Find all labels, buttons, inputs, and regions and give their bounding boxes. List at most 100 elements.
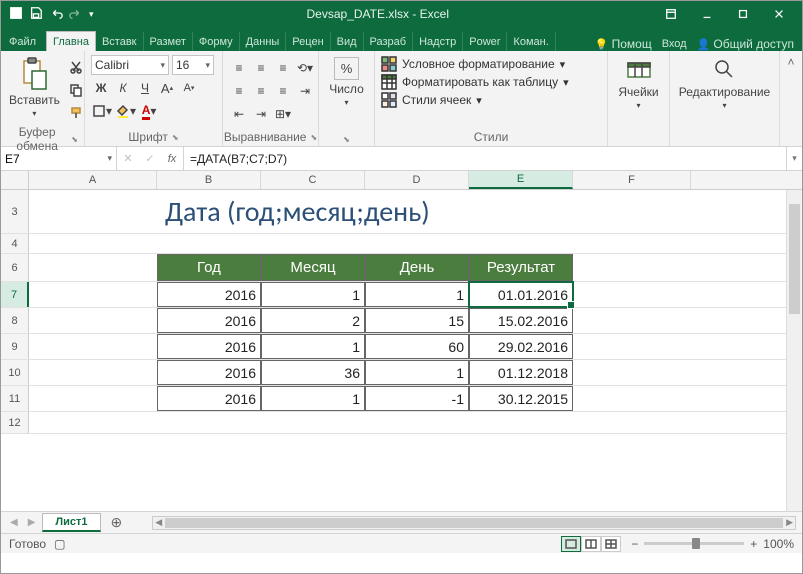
editing-button[interactable]: Редактирование▾: [676, 55, 773, 112]
cell-styles-button[interactable]: Стили ячеек ▾: [381, 91, 601, 109]
vertical-scrollbar[interactable]: [786, 190, 802, 511]
undo-icon[interactable]: [49, 6, 63, 23]
align-left-icon[interactable]: ≡: [229, 81, 249, 101]
cell[interactable]: 01.12.2018: [469, 360, 573, 385]
signin-link[interactable]: Вход: [662, 38, 687, 50]
minimize-icon[interactable]: [690, 3, 724, 25]
col-header-a[interactable]: A: [29, 171, 157, 189]
cell[interactable]: 2016: [157, 360, 261, 385]
expand-formula-bar-icon[interactable]: ▾: [786, 147, 802, 170]
format-as-table-button[interactable]: Форматировать как таблицу ▾: [381, 73, 601, 91]
sheet-nav-next-icon[interactable]: ▶: [25, 517, 39, 528]
zoom-slider[interactable]: [644, 542, 744, 545]
cell[interactable]: 1: [261, 334, 365, 359]
wrap-text-icon[interactable]: ⇥: [295, 81, 315, 101]
cell[interactable]: 2: [261, 308, 365, 333]
orientation-icon[interactable]: ⟲▾: [295, 58, 315, 78]
row-header[interactable]: 7: [1, 282, 29, 307]
row-header[interactable]: 3: [1, 190, 29, 233]
col-header-d[interactable]: D: [365, 171, 469, 189]
paste-button[interactable]: Вставить▾: [7, 55, 62, 120]
cell[interactable]: 60: [365, 334, 469, 359]
font-name-combo[interactable]: Calibri▾: [91, 55, 169, 75]
horizontal-scrollbar[interactable]: ◀▶: [152, 516, 796, 530]
tab-team[interactable]: Коман.: [507, 32, 555, 51]
tab-addins[interactable]: Надстр: [413, 32, 463, 51]
format-painter-icon[interactable]: [66, 103, 86, 123]
tab-layout[interactable]: Размет: [144, 32, 193, 51]
cell[interactable]: 1: [365, 282, 469, 307]
table-header[interactable]: День: [365, 254, 469, 281]
cell[interactable]: -1: [365, 386, 469, 411]
maximize-icon[interactable]: [726, 3, 760, 25]
view-normal-icon[interactable]: [561, 536, 581, 552]
indent-inc-icon[interactable]: ⇥: [251, 104, 271, 124]
align-right-icon[interactable]: ≡: [273, 81, 293, 101]
close-icon[interactable]: [762, 3, 796, 25]
font-color-icon[interactable]: A▾: [139, 101, 159, 121]
select-all-corner[interactable]: [1, 171, 29, 189]
zoom-out-icon[interactable]: −: [631, 537, 638, 551]
font-size-combo[interactable]: 16▾: [172, 55, 214, 75]
col-header-c[interactable]: C: [261, 171, 365, 189]
conditional-formatting-button[interactable]: Условное форматирование ▾: [381, 55, 601, 73]
tab-file[interactable]: Файл: [3, 32, 46, 51]
cut-icon[interactable]: [66, 57, 86, 77]
fx-icon[interactable]: fx: [161, 153, 183, 165]
row-header[interactable]: 12: [1, 412, 29, 433]
cell[interactable]: 1: [365, 360, 469, 385]
cell[interactable]: 2016: [157, 334, 261, 359]
font-shrink-icon[interactable]: A▾: [179, 78, 199, 98]
align-middle-icon[interactable]: ≡: [251, 58, 271, 78]
view-pagebreak-icon[interactable]: [601, 536, 621, 552]
redo-icon[interactable]: [69, 6, 83, 23]
save-icon[interactable]: [29, 6, 43, 23]
tab-insert[interactable]: Вставк: [96, 32, 144, 51]
tab-power[interactable]: Power: [463, 32, 507, 51]
row-header[interactable]: 10: [1, 360, 29, 385]
zoom-in-icon[interactable]: +: [750, 537, 757, 551]
row-header[interactable]: 11: [1, 386, 29, 411]
tab-developer[interactable]: Разраб: [364, 32, 414, 51]
worksheet-grid[interactable]: A B C D E F 3 Дата (год;месяц;день) 4 6 …: [1, 171, 802, 511]
merge-icon[interactable]: ⊞▾: [273, 104, 293, 124]
row-header[interactable]: 6: [1, 254, 29, 281]
cell[interactable]: 29.02.2016: [469, 334, 573, 359]
tab-data[interactable]: Данны: [240, 32, 287, 51]
cell[interactable]: 2016: [157, 386, 261, 411]
table-header[interactable]: Год: [157, 254, 261, 281]
qa-dropdown-icon[interactable]: ▾: [89, 9, 94, 20]
underline-button[interactable]: Ч: [135, 78, 155, 98]
tab-view[interactable]: Вид: [331, 32, 364, 51]
name-box[interactable]: E7▾: [1, 147, 117, 170]
cell[interactable]: 1: [261, 386, 365, 411]
selected-cell[interactable]: 01.01.2016: [469, 282, 573, 307]
font-grow-icon[interactable]: A▴: [157, 78, 177, 98]
cell[interactable]: 15.02.2016: [469, 308, 573, 333]
formula-input[interactable]: =ДАТА(B7;C7;D7): [184, 147, 786, 170]
row-header[interactable]: 9: [1, 334, 29, 359]
indent-dec-icon[interactable]: ⇤: [229, 104, 249, 124]
cell[interactable]: 30.12.2015: [469, 386, 573, 411]
col-header-b[interactable]: B: [157, 171, 261, 189]
number-format-button[interactable]: % Число▾: [325, 55, 368, 109]
cancel-formula-icon[interactable]: ✕: [117, 152, 139, 165]
tab-formulas[interactable]: Форму: [193, 32, 240, 51]
col-header-e[interactable]: E: [469, 171, 573, 189]
tab-review[interactable]: Рецен: [286, 32, 330, 51]
border-icon[interactable]: ▾: [91, 101, 113, 121]
view-layout-icon[interactable]: [581, 536, 601, 552]
table-header[interactable]: Месяц: [261, 254, 365, 281]
macro-record-icon[interactable]: ▢: [54, 537, 65, 551]
cell[interactable]: 2016: [157, 282, 261, 307]
bold-button[interactable]: Ж: [91, 78, 111, 98]
align-center-icon[interactable]: ≡: [251, 81, 271, 101]
sheet-nav-prev-icon[interactable]: ◀: [7, 517, 21, 528]
zoom-value[interactable]: 100%: [763, 537, 794, 551]
tell-me[interactable]: 💡 Помощ: [595, 37, 652, 51]
copy-icon[interactable]: [66, 80, 86, 100]
align-bottom-icon[interactable]: ≡: [273, 58, 293, 78]
tab-home[interactable]: Главна: [46, 31, 96, 51]
row-header[interactable]: 8: [1, 308, 29, 333]
row-header[interactable]: 4: [1, 234, 29, 253]
